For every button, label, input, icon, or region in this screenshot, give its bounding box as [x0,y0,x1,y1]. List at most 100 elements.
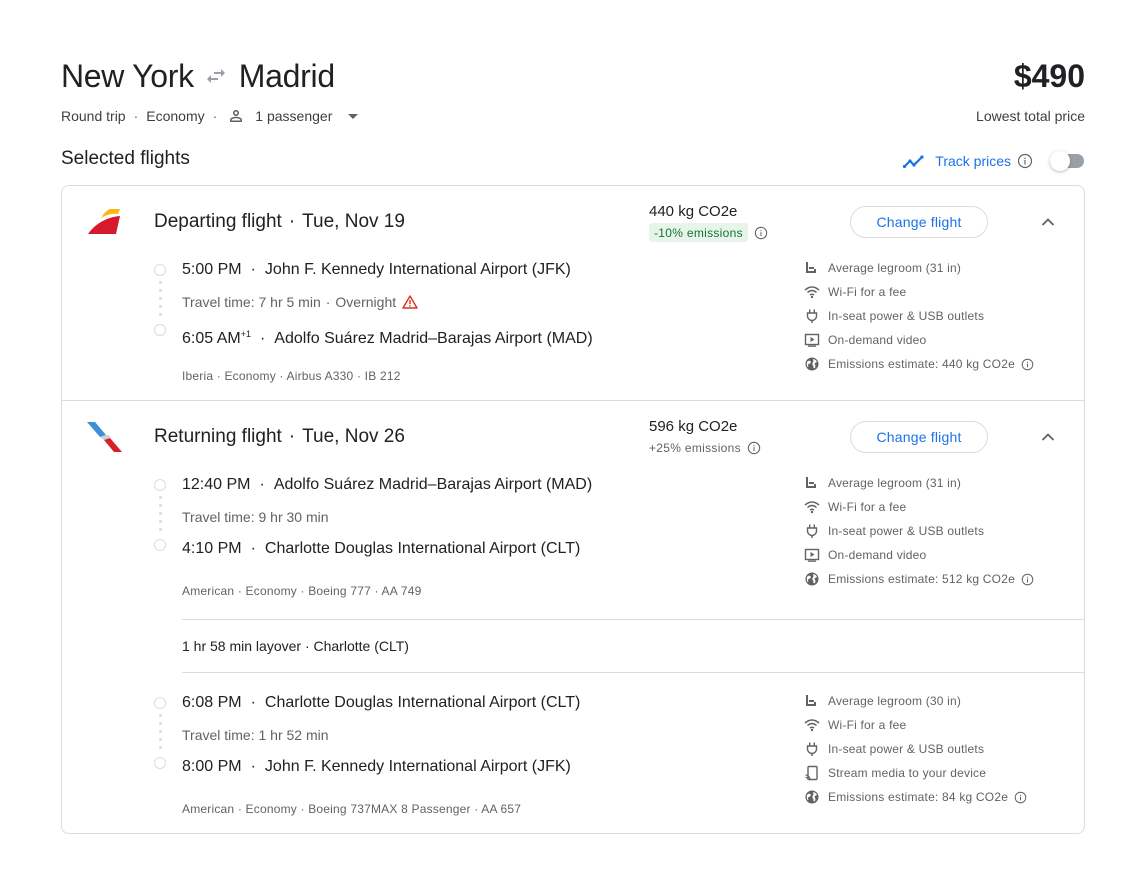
amenity-item: Wi-Fi for a fee [804,713,1074,737]
arrival-circle-icon [154,539,166,551]
emissions-value: 440 kg CO2e [649,203,738,220]
collapse-chevron-up-icon[interactable] [1036,425,1060,449]
arrival-airport: Charlotte Douglas International Airport … [264,540,581,557]
amenities-list: Average legroom (30 in) Wi-Fi for a fee In… [804,689,1074,809]
emissions-summary: 596 kg CO2e +25% emissions [649,417,761,457]
person-icon [227,107,245,125]
toggle-knob [1050,151,1070,171]
amenity-label: Average legroom (30 in) [828,694,962,708]
passenger-dropdown-icon[interactable] [348,111,359,121]
travel-duration: Travel time: 7 hr 5 min [182,294,321,310]
warning-icon [402,294,418,310]
section-title: Selected flights [61,148,190,169]
change-departing-flight-button[interactable]: Change flight [850,206,988,238]
collapse-chevron-up-icon[interactable] [1036,210,1060,234]
origin-city: New York [61,57,194,94]
amenity-item: In-seat power & USB outlets [804,737,1074,761]
departure-stop: 12:40 PM · Adolfo Suárez Madrid–Barajas Ai… [182,476,593,493]
departure-time: 6:08 PM [182,694,242,711]
stream-icon [804,765,820,781]
arrival-airport: John F. Kennedy International Airport (J… [264,758,571,775]
separator-dot: · [133,108,139,124]
amenity-item: Average legroom (31 in) [804,256,1074,280]
departure-circle-icon [154,697,166,709]
amenity-label: Wi-Fi for a fee [828,500,907,514]
travel-time: Travel time: 9 hr 30 min [182,509,329,525]
american-airlines-logo-icon [84,418,124,458]
wifi-icon [804,717,820,733]
cabin-class: Economy [146,108,205,124]
separator-dot: · [212,108,218,124]
info-icon[interactable] [747,441,761,455]
globe-icon [804,571,820,587]
track-prices-toggle[interactable] [1050,151,1086,171]
emissions-badge: -10% emissions [649,223,748,242]
amenity-label: On-demand video [828,333,927,347]
departure-airport: Charlotte Douglas International Airport … [264,694,581,711]
departure-stop: 6:08 PM · Charlotte Douglas International … [182,694,581,711]
amenity-item: Emissions estimate: 84 kg CO2e [804,785,1074,809]
selected-flights-card: Departing flight · Tue, Nov 19 440 kg CO2e… [61,185,1085,834]
amenity-item: Emissions estimate: 440 kg CO2e [804,352,1074,376]
amenity-item: Average legroom (31 in) [804,471,1074,495]
amenity-item: On-demand video [804,543,1074,567]
amenity-label: In-seat power & USB outlets [828,309,985,323]
legroom-icon [804,693,820,709]
amenity-label: Wi-Fi for a fee [828,285,907,299]
amenity-label: Stream media to your device [828,766,987,780]
amenity-label: Wi-Fi for a fee [828,718,907,732]
amenity-item: In-seat power & USB outlets [804,519,1074,543]
price-label: Lowest total price [976,108,1085,124]
amenity-label: On-demand video [828,548,927,562]
globe-icon [804,789,820,805]
arrival-time: 8:00 PM [182,758,242,775]
amenity-label: In-seat power & USB outlets [828,742,985,756]
amenity-item: Wi-Fi for a fee [804,495,1074,519]
info-icon[interactable] [1021,573,1034,586]
amenity-label: Average legroom (31 in) [828,261,962,275]
returning-title: Returning flight · Tue, Nov 26 [154,426,405,447]
track-prices: Track prices [902,149,1086,173]
amenity-label: Average legroom (31 in) [828,476,962,490]
amenity-label: Emissions estimate: 440 kg CO2e [828,357,1015,371]
departure-airport: Adolfo Suárez Madrid–Barajas Airport (MA… [273,476,593,493]
video-icon [804,332,820,348]
info-icon[interactable] [1021,358,1034,371]
info-icon[interactable] [1017,153,1033,169]
change-returning-flight-button[interactable]: Change flight [850,421,988,453]
flight-details: American · Economy · Boeing 777 · AA 749 [182,584,422,598]
flight-date: Tue, Nov 19 [302,211,405,232]
departure-stop: 5:00 PM · John F. Kennedy International Ai… [182,261,571,278]
arrival-circle-icon [154,757,166,769]
power-plug-icon [804,308,820,324]
travel-time: Travel time: 7 hr 5 min · Overnight [182,293,418,311]
returning-flight: Returning flight · Tue, Nov 26 596 kg CO2e… [62,401,1084,834]
flight-details: American · Economy · Boeing 737MAX 8 Pas… [182,802,522,816]
departure-time: 5:00 PM [182,261,242,278]
amenity-label: In-seat power & USB outlets [828,524,985,538]
info-icon[interactable] [754,226,768,240]
total-price: $490 [1013,58,1085,94]
departing-title: Departing flight · Tue, Nov 19 [154,211,405,232]
round-trip-arrows-icon [204,64,228,88]
trip-type: Round trip [61,108,126,124]
legroom-icon [804,260,820,276]
track-prices-label: Track prices [935,153,1011,169]
power-plug-icon [804,523,820,539]
destination-city: Madrid [238,57,335,94]
departure-circle-icon [154,479,166,491]
flight-direction: Returning flight [154,426,282,447]
overnight-note: Overnight [335,294,397,310]
info-icon[interactable] [1014,791,1027,804]
arrival-airport: Adolfo Suárez Madrid–Barajas Airport (MA… [274,330,593,347]
departure-airport: John F. Kennedy International Airport (J… [264,261,571,278]
amenity-item: On-demand video [804,328,1074,352]
divider [182,672,1084,673]
wifi-icon [804,284,820,300]
emissions-summary: 440 kg CO2e -10% emissions [649,202,768,242]
globe-icon [804,356,820,372]
arrival-stop: 4:10 PM · Charlotte Douglas International … [182,540,581,557]
amenities-list: Average legroom (31 in) Wi-Fi for a fee In… [804,471,1074,591]
passenger-count[interactable]: 1 passenger [255,108,332,124]
wifi-icon [804,499,820,515]
